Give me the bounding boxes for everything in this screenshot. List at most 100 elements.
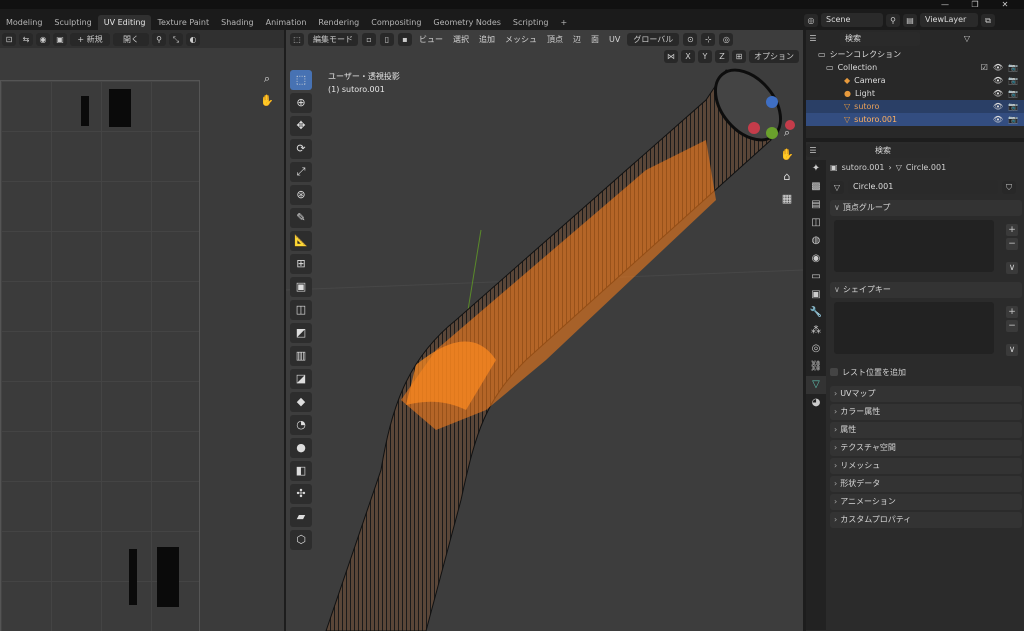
tab-scripting[interactable]: Scripting <box>507 15 555 30</box>
particles-tab-icon[interactable]: ⁂ <box>806 322 826 340</box>
tab-shading[interactable]: Shading <box>215 15 260 30</box>
menu-face[interactable]: 面 <box>588 34 602 45</box>
tab-compositing[interactable]: Compositing <box>365 15 427 30</box>
vertex-groups-list[interactable] <box>834 220 994 272</box>
filter-icon[interactable]: ▽ <box>960 32 974 45</box>
menu-edge[interactable]: 辺 <box>570 34 584 45</box>
menu-vertex[interactable]: 頂点 <box>544 34 566 45</box>
menu-view[interactable]: ビュー <box>416 34 446 45</box>
outliner-type-icon[interactable]: ☰ <box>806 32 820 45</box>
vertex-select-icon[interactable]: ▫ <box>362 32 376 46</box>
scene-icon[interactable]: ◎ <box>804 13 818 27</box>
poly-build-tool-icon[interactable]: ◆ <box>290 392 312 412</box>
uv-select-mode-icon[interactable]: ⊡ <box>2 32 16 46</box>
camera-view-icon[interactable]: ⌂ <box>778 168 796 186</box>
tab-animation[interactable]: Animation <box>260 15 313 30</box>
eye-icon[interactable]: 👁 <box>993 102 1003 111</box>
outliner-search[interactable]: 検索 <box>840 31 920 46</box>
uv-sticky-icon[interactable]: ◉ <box>36 32 50 46</box>
panel-shape-keys[interactable]: ∨ シェイプキー <box>830 282 1022 298</box>
proportional-icon[interactable]: ◎ <box>719 32 734 46</box>
tab-geometry-nodes[interactable]: Geometry Nodes <box>427 15 506 30</box>
eye-icon[interactable]: 👁 <box>993 63 1003 72</box>
tab-texture-paint[interactable]: Texture Paint <box>151 15 215 30</box>
close-button[interactable]: ✕ <box>990 0 1020 9</box>
outliner-row-scene-collection[interactable]: ▭ シーンコレクション <box>806 48 1024 61</box>
scene-name-field[interactable]: Scene <box>821 13 883 27</box>
output-tab-icon[interactable]: ▤ <box>806 196 826 214</box>
outliner-row-sutoro-001[interactable]: ▽ sutoro.001 👁 📷 <box>806 113 1024 126</box>
add-icon[interactable]: + <box>1006 224 1018 236</box>
uv-snap-icon[interactable]: ⤡ <box>169 32 183 46</box>
zoom-icon[interactable]: ⌕ <box>258 70 276 88</box>
remove-icon[interactable]: − <box>1006 238 1018 250</box>
pivot-icon[interactable]: ⊙ <box>683 32 698 46</box>
constraints-tab-icon[interactable]: ⛓ <box>806 358 826 376</box>
rotate-tool-icon[interactable]: ⟳ <box>290 139 312 159</box>
auto-merge-icon[interactable]: ⊞ <box>732 50 746 63</box>
physics-tab-icon[interactable]: ◎ <box>806 340 826 358</box>
3d-viewport[interactable]: ⬚ 編集モード ▫ ▯ ▪ ビュー 選択 追加 メッシュ 頂点 辺 面 UV グ… <box>286 30 803 631</box>
duplicate-icon[interactable]: ⧉ <box>981 13 995 27</box>
editor-type-icon[interactable]: ⬚ <box>290 32 304 46</box>
checkbox-icon[interactable]: ☑ <box>981 63 988 72</box>
gizmo-y[interactable] <box>766 127 778 139</box>
loop-cut-tool-icon[interactable]: ▥ <box>290 346 312 366</box>
panel-uv-maps[interactable]: › UVマップ <box>830 386 1022 402</box>
menu-select[interactable]: 選択 <box>450 34 472 45</box>
camera-icon[interactable]: 📷 <box>1008 89 1018 98</box>
add-icon[interactable]: + <box>1006 306 1018 318</box>
smooth-tool-icon[interactable]: ● <box>290 438 312 458</box>
add-cube-tool-icon[interactable]: ⊞ <box>290 254 312 274</box>
face-select-icon[interactable]: ▪ <box>398 32 412 46</box>
eye-icon[interactable]: 👁 <box>993 115 1003 124</box>
panel-geometry-data[interactable]: › 形状データ <box>830 476 1022 492</box>
add-workspace-button[interactable]: + <box>554 15 573 30</box>
menu-add[interactable]: 追加 <box>476 34 498 45</box>
collection-tab-icon[interactable]: ▭ <box>806 268 826 286</box>
axis-y-toggle[interactable]: Y <box>698 50 712 63</box>
grid-icon[interactable]: ▦ <box>778 190 796 208</box>
tab-rendering[interactable]: Rendering <box>312 15 365 30</box>
uv-island[interactable] <box>81 96 89 126</box>
edge-select-icon[interactable]: ▯ <box>380 32 394 46</box>
tab-sculpting[interactable]: Sculpting <box>48 15 97 30</box>
shrink-tool-icon[interactable]: ✣ <box>290 484 312 504</box>
gizmo-z[interactable] <box>766 96 778 108</box>
bevel-tool-icon[interactable]: ◩ <box>290 323 312 343</box>
uv-island[interactable] <box>109 89 131 127</box>
render-tab-icon[interactable]: ▩ <box>806 178 826 196</box>
object-tab-icon[interactable]: ▣ <box>806 286 826 304</box>
material-tab-icon[interactable]: ◕ <box>806 394 826 412</box>
uv-grid[interactable] <box>0 80 200 631</box>
modifier-tab-icon[interactable]: 🔧 <box>806 304 826 322</box>
outliner-row-sutoro[interactable]: ▽ sutoro 👁 📷 <box>806 100 1024 113</box>
pan-hand-icon[interactable]: ✋ <box>258 92 276 110</box>
new-image-button[interactable]: + 新規 <box>70 32 110 46</box>
minimize-button[interactable]: — <box>930 0 960 9</box>
rip-tool-icon[interactable]: ⬡ <box>290 530 312 550</box>
scene-tab-icon[interactable]: ◍ <box>806 232 826 250</box>
mesh-name-field[interactable]: Circle.001 <box>848 180 998 194</box>
rest-position-checkbox[interactable] <box>830 368 838 376</box>
chevron-down-icon[interactable]: ∨ <box>1006 344 1018 356</box>
cursor-tool-icon[interactable]: ⊕ <box>290 93 312 113</box>
annotate-tool-icon[interactable]: ✎ <box>290 208 312 228</box>
measure-tool-icon[interactable]: 📐 <box>290 231 312 251</box>
select-tool-icon[interactable]: ⬚ <box>290 70 312 90</box>
axis-x-toggle[interactable]: X <box>681 50 695 63</box>
mesh-canvas[interactable] <box>286 30 803 631</box>
options-button[interactable]: オプション <box>749 50 799 63</box>
tool-tab-icon[interactable]: ✦ <box>806 160 826 178</box>
image-browse-icon[interactable]: ▣ <box>53 32 67 46</box>
properties-search[interactable]: 検索 <box>870 143 950 158</box>
uv-sync-icon[interactable]: ⇆ <box>19 32 33 46</box>
outliner-row-light[interactable]: ● Light 👁 📷 <box>806 87 1024 100</box>
transform-orientation[interactable]: グローバル <box>627 32 680 46</box>
eye-icon[interactable]: 👁 <box>993 76 1003 85</box>
panel-attributes[interactable]: › 属性 <box>830 422 1022 438</box>
menu-uv[interactable]: UV <box>606 35 623 44</box>
uv-overlay-icon[interactable]: ◐ <box>186 32 200 46</box>
spin-tool-icon[interactable]: ◔ <box>290 415 312 435</box>
outliner-row-collection[interactable]: ▭ Collection ☑ 👁 📷 <box>806 61 1024 74</box>
